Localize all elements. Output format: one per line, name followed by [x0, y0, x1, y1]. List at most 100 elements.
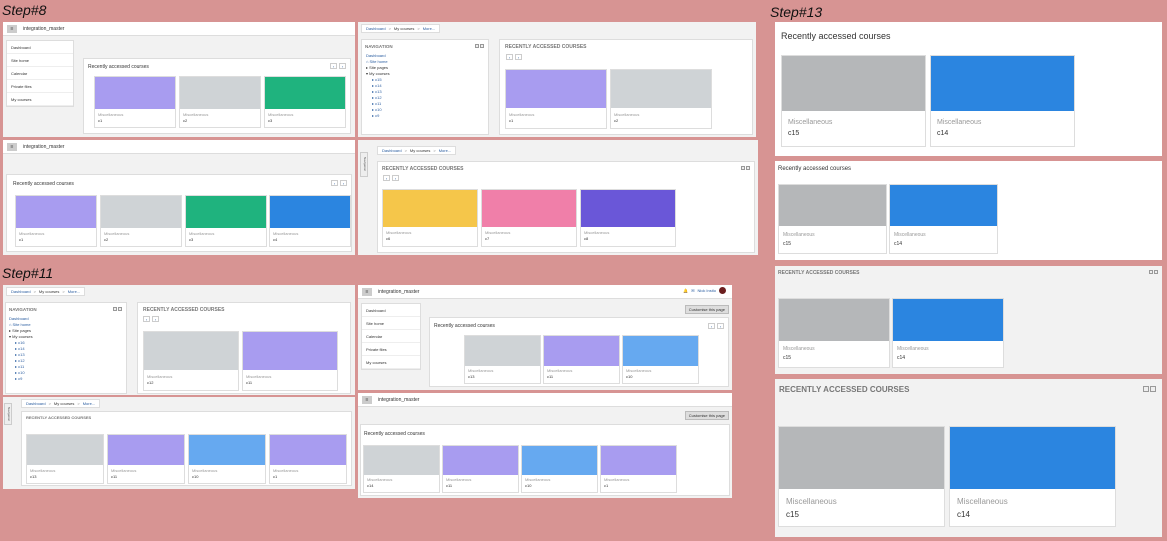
nav-site-home[interactable]: Site home	[370, 59, 388, 64]
course-name[interactable]: c14	[937, 130, 1068, 137]
course-name[interactable]: c14	[894, 241, 993, 247]
course-card[interactable]: Miscellaneous c10	[622, 335, 699, 384]
drawer-item-private-files[interactable]: Private files	[362, 343, 420, 356]
prev-icon[interactable]: ‹	[330, 63, 337, 69]
customise-page-button[interactable]: Customise this page	[684, 411, 729, 420]
course-card[interactable]: Miscellaneous c13	[26, 434, 104, 484]
course-name[interactable]: c13	[30, 474, 100, 479]
course-name[interactable]: c7	[485, 236, 573, 241]
course-name[interactable]: c8	[584, 236, 672, 241]
prev-icon[interactable]: ‹	[383, 175, 390, 181]
breadcrumb-my-courses[interactable]: My courses	[39, 289, 59, 294]
nav-my-courses[interactable]: My courses	[369, 71, 389, 76]
course-name[interactable]: c15	[783, 241, 882, 247]
navigation-tab[interactable]: Navigation	[4, 403, 12, 425]
site-name[interactable]: integration_master	[378, 289, 419, 295]
prev-icon[interactable]: ‹	[331, 180, 338, 186]
drawer-item-site-home[interactable]: Site home	[362, 317, 420, 330]
breadcrumb-my-courses[interactable]: My courses	[394, 26, 414, 31]
next-icon[interactable]: ›	[392, 175, 399, 181]
nav-course[interactable]: c11	[18, 364, 24, 369]
course-name[interactable]: c1	[273, 474, 343, 479]
breadcrumb-more[interactable]: More...	[423, 26, 435, 31]
course-card[interactable]: Miscellaneous c11	[543, 335, 620, 384]
block-controls[interactable]	[113, 307, 122, 311]
drawer-item-calendar[interactable]: Calendar	[362, 330, 420, 343]
course-name[interactable]: c14	[957, 510, 1108, 519]
course-card[interactable]: Miscellaneous c2	[100, 195, 182, 247]
course-name[interactable]: c3	[268, 118, 342, 123]
block-controls[interactable]	[1143, 386, 1156, 392]
drawer-item-my-courses[interactable]: My courses	[362, 356, 420, 369]
course-name[interactable]: c6	[386, 236, 474, 241]
course-name[interactable]: c12	[147, 380, 235, 385]
course-card[interactable]: Miscellaneous c1	[94, 76, 176, 128]
course-card[interactable]: Miscellaneous c15	[778, 426, 945, 527]
course-card[interactable]: Miscellaneous c15	[781, 55, 926, 147]
nav-course[interactable]: c10	[375, 107, 381, 112]
course-card[interactable]: Miscellaneous c11	[442, 445, 519, 493]
course-name[interactable]: c11	[246, 380, 334, 385]
course-name[interactable]: c1	[604, 483, 673, 488]
menu-icon[interactable]: ≡	[362, 287, 372, 296]
breadcrumb-my-courses[interactable]: My courses	[54, 401, 74, 406]
navigation-tab[interactable]: Navigation	[360, 152, 368, 177]
course-name[interactable]: c2	[614, 118, 708, 123]
course-name[interactable]: c15	[788, 130, 919, 137]
course-card[interactable]: Miscellaneous c4	[269, 195, 351, 247]
course-name[interactable]: c3	[189, 237, 263, 242]
nav-course[interactable]: c15	[375, 77, 381, 82]
course-name[interactable]: c4	[273, 237, 347, 242]
nav-course[interactable]: c13	[375, 89, 381, 94]
course-card[interactable]: Miscellaneous c1	[600, 445, 677, 493]
nav-course[interactable]: c11	[375, 101, 381, 106]
breadcrumb-dashboard[interactable]: Dashboard	[366, 26, 386, 31]
course-name[interactable]: c11	[446, 483, 515, 488]
course-name[interactable]: c14	[897, 355, 999, 361]
nav-course[interactable]: c10	[18, 370, 24, 375]
breadcrumb-more[interactable]: More...	[68, 289, 80, 294]
course-card[interactable]: Miscellaneous c14	[930, 55, 1075, 147]
course-name[interactable]: c2	[104, 237, 178, 242]
menu-icon[interactable]: ≡	[362, 395, 372, 404]
menu-icon[interactable]: ≡	[7, 24, 17, 33]
drawer-item-calendar[interactable]: Calendar	[7, 67, 73, 80]
course-name[interactable]: c13	[468, 374, 537, 379]
course-name[interactable]: c1	[19, 237, 93, 242]
customise-page-button[interactable]: Customise this page	[684, 305, 729, 314]
next-icon[interactable]: ›	[152, 316, 159, 322]
course-name[interactable]: c11	[111, 474, 181, 479]
message-icon[interactable]: ✉	[691, 288, 694, 293]
nav-course[interactable]: c12	[375, 95, 381, 100]
course-name[interactable]: c11	[547, 374, 616, 379]
block-controls[interactable]	[475, 44, 484, 48]
nav-course[interactable]: c12	[18, 358, 24, 363]
prev-icon[interactable]: ‹	[708, 323, 715, 329]
nav-course[interactable]: c14	[18, 346, 24, 351]
course-name[interactable]: c1	[98, 118, 172, 123]
breadcrumb-more[interactable]: More...	[83, 401, 95, 406]
next-icon[interactable]: ›	[339, 63, 346, 69]
nav-site-home[interactable]: Site home	[13, 322, 31, 327]
course-card[interactable]: Miscellaneous c2	[179, 76, 261, 128]
avatar[interactable]	[719, 287, 726, 294]
site-name[interactable]: integration_master	[378, 397, 419, 403]
course-card[interactable]: Miscellaneous c2	[610, 69, 712, 129]
course-name[interactable]: c15	[783, 355, 885, 361]
site-name[interactable]: integration_master	[23, 26, 64, 32]
course-name[interactable]: c2	[183, 118, 257, 123]
breadcrumb-dashboard[interactable]: Dashboard	[382, 148, 402, 153]
course-card[interactable]: Miscellaneous c14	[892, 298, 1004, 368]
drawer-item-private-files[interactable]: Private files	[7, 80, 73, 93]
course-card[interactable]: Miscellaneous c13	[464, 335, 541, 384]
drawer-item-my-courses[interactable]: My courses	[7, 93, 73, 106]
nav-course[interactable]: c9	[375, 113, 379, 118]
breadcrumb-dashboard[interactable]: Dashboard	[11, 289, 31, 294]
drawer-item-dashboard[interactable]: Dashboard	[7, 41, 73, 54]
course-card[interactable]: Miscellaneous c14	[363, 445, 440, 493]
course-card[interactable]: Miscellaneous c11	[242, 331, 338, 391]
block-controls[interactable]	[741, 166, 750, 170]
nav-course[interactable]: c14	[375, 83, 381, 88]
course-card[interactable]: Miscellaneous c10	[188, 434, 266, 484]
course-card[interactable]: Miscellaneous c3	[185, 195, 267, 247]
